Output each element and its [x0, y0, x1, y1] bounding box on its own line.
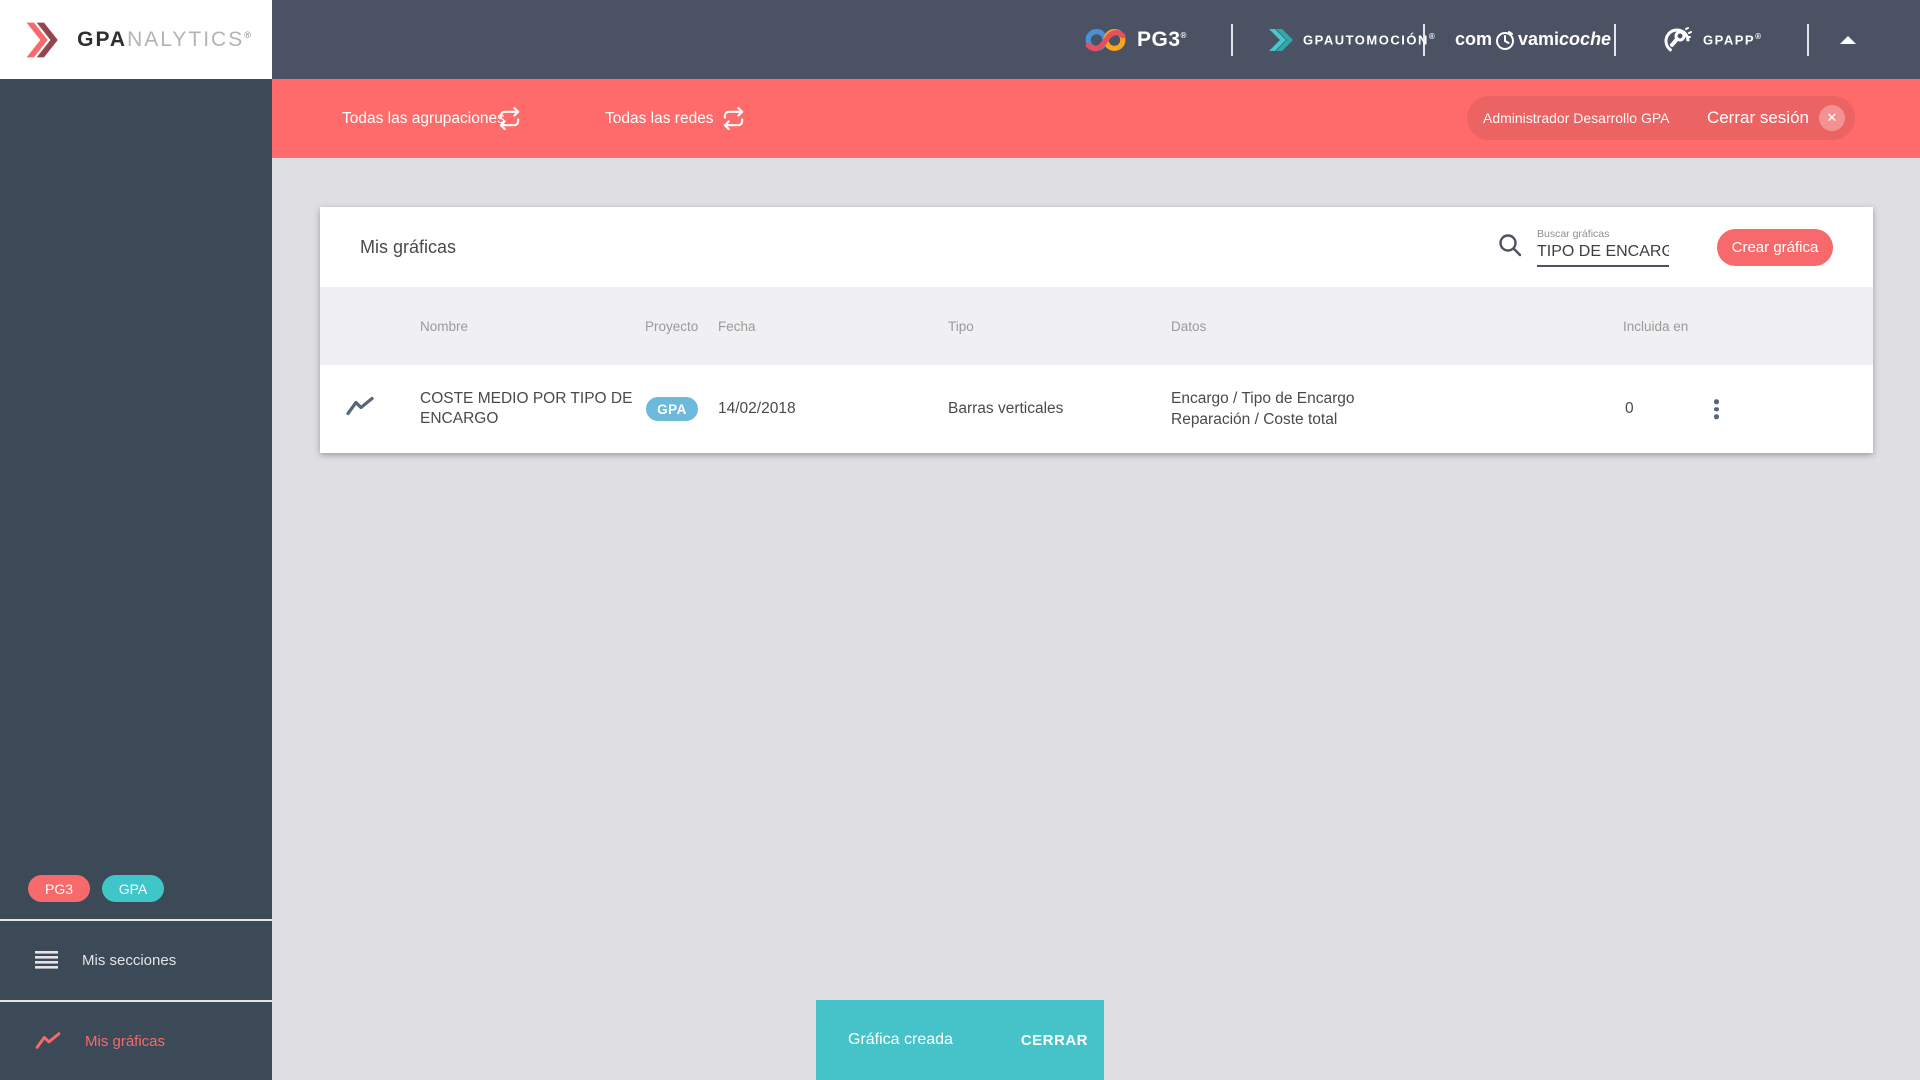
wrench-circle-icon — [1664, 26, 1692, 53]
search-icon[interactable] — [1497, 232, 1523, 263]
header-divider — [1807, 24, 1809, 56]
row-name: COSTE MEDIO POR TIPO DE ENCARGO — [420, 390, 633, 427]
row-kebab-menu[interactable] — [1708, 393, 1725, 425]
user-name: Administrador Desarrollo GPA — [1483, 110, 1670, 126]
pg3-label: PG3® — [1137, 27, 1187, 51]
comprova-coche-text: coche — [1559, 29, 1612, 49]
badge-gpa[interactable]: GPA — [102, 875, 164, 902]
table-header: Nombre Proyecto Fecha Tipo Datos Incluid… — [320, 287, 1873, 365]
sidebar-badges: PG3 GPA — [28, 875, 164, 902]
sidebar: PG3 GPA Mis secciones Mis gráficas — [0, 79, 272, 1080]
header-divider — [1423, 24, 1425, 56]
graficas-card: Mis gráficas Buscar gráficas Crear gráfi… — [320, 207, 1873, 453]
hamburger-icon — [35, 951, 58, 969]
comprova-vami-text: vami — [1518, 29, 1560, 49]
gpautomocion-logo[interactable]: GPAUTOMOCIÓN® — [1266, 0, 1436, 79]
top-header: GPANALYTICS® PG3® GPAUTOMOCIÓN® com vami… — [0, 0, 1920, 79]
filter-agrupaciones[interactable]: Todas las agrupaciones — [342, 79, 505, 158]
badge-pg3[interactable]: PG3 — [28, 875, 90, 902]
row-chart-icon — [346, 396, 374, 423]
main-content: Mis gráficas Buscar gráficas Crear gráfi… — [272, 158, 1920, 1080]
sidebar-item-label: Mis secciones — [82, 951, 177, 969]
col-header-tipo: Tipo — [948, 318, 974, 334]
brand-wordmark: GPANALYTICS® — [77, 27, 251, 51]
clock-icon — [1496, 30, 1515, 50]
col-header-incluida: Incluida en — [1623, 318, 1689, 334]
gpanalytics-logo[interactable]: GPANALYTICS® — [0, 0, 272, 79]
sidebar-item-mis-secciones[interactable]: Mis secciones — [0, 920, 272, 1000]
logout-button[interactable]: Cerrar sesión ✕ — [1707, 105, 1845, 131]
filter-bar: Todas las agrupaciones Todas las redes A… — [272, 79, 1920, 158]
line-chart-icon — [35, 1032, 61, 1049]
caret-up-icon — [1840, 35, 1856, 44]
header-divider — [1231, 24, 1233, 56]
row-data: Encargo / Tipo de Encargo Reparación / C… — [1171, 390, 1355, 428]
header-collapse-button[interactable] — [1840, 0, 1856, 79]
card-header: Mis gráficas Buscar gráficas Crear gráfi… — [320, 207, 1873, 287]
gpanalytics-arrow-icon — [26, 22, 58, 57]
swap-redes-icon[interactable] — [722, 79, 745, 158]
gpapp-logo[interactable]: GPAPP® — [1662, 0, 1762, 79]
gpautomocion-label: GPAUTOMOCIÓN® — [1303, 31, 1437, 48]
create-chart-button[interactable]: Crear gráfica — [1717, 228, 1833, 266]
row-included-count: 0 — [1625, 400, 1634, 417]
gpapp-label: GPAPP® — [1703, 31, 1763, 48]
header-divider — [1614, 24, 1616, 56]
row-date: 14/02/2018 — [718, 400, 796, 417]
sidebar-item-label: Mis gráficas — [85, 1032, 166, 1050]
row-type: Barras verticales — [948, 400, 1064, 417]
snackbar-close-button[interactable]: CERRAR — [1021, 1032, 1088, 1049]
snackbar-message: Gráfica creada — [848, 1031, 953, 1048]
pg3-logo[interactable]: PG3® — [1085, 0, 1187, 79]
comprova-com-text: com — [1455, 29, 1493, 49]
table-row[interactable]: COSTE MEDIO POR TIPO DE ENCARGO GPA 14/0… — [320, 365, 1873, 453]
logout-x-icon[interactable]: ✕ — [1819, 105, 1845, 131]
search-input-group: Buscar gráficas — [1537, 228, 1669, 267]
page-title: Mis gráficas — [360, 236, 457, 257]
filter-redes[interactable]: Todas las redes — [605, 79, 714, 158]
search-input[interactable] — [1537, 242, 1669, 267]
col-header-fecha: Fecha — [718, 318, 756, 334]
col-header-nombre: Nombre — [420, 318, 469, 334]
row-project-badge: GPA — [646, 397, 698, 421]
gpautomocion-arrow-icon — [1269, 28, 1293, 51]
sidebar-item-mis-graficas[interactable]: Mis gráficas — [0, 1001, 272, 1080]
comprovamicoche-logo[interactable]: com vami coche — [1455, 0, 1611, 79]
swap-agrupaciones-icon[interactable] — [498, 79, 521, 158]
user-session-pill: Administrador Desarrollo GPA Cerrar sesi… — [1467, 96, 1855, 140]
pg3-infinity-icon — [1085, 28, 1126, 51]
search-input-label: Buscar gráficas — [1537, 227, 1610, 240]
snackbar: Gráfica creada CERRAR — [816, 1000, 1104, 1080]
col-header-proyecto: Proyecto — [645, 318, 699, 334]
col-header-datos: Datos — [1171, 318, 1207, 334]
